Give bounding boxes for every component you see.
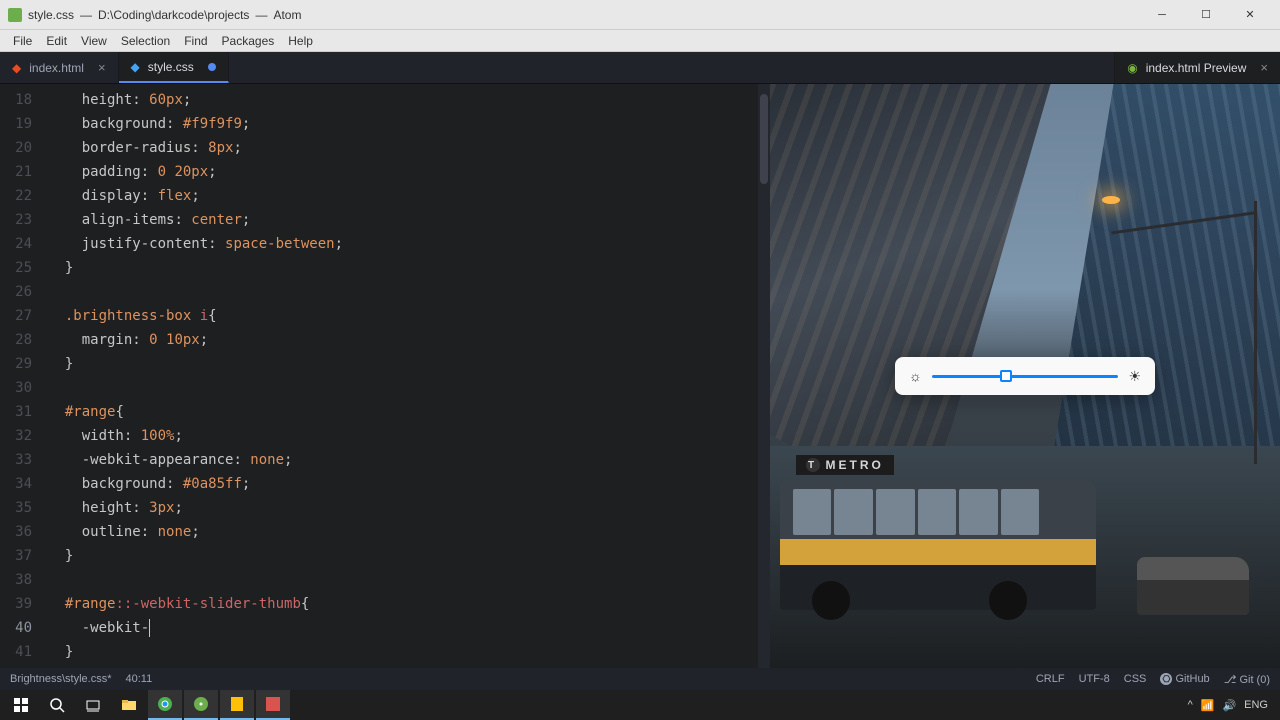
title-path: D:\Coding\darkcode\projects [98,8,249,22]
menu-packages[interactable]: Packages [215,32,282,50]
menubar: File Edit View Selection Find Packages H… [0,30,1280,52]
status-encoding[interactable]: UTF-8 [1079,673,1110,685]
metro-text: METRO [826,458,884,472]
statusbar: Brightness\style.css* 40:11 CRLF UTF-8 C… [0,668,1280,690]
tray-lang[interactable]: ENG [1244,699,1268,711]
tab-label: style.css [148,60,194,74]
status-lang[interactable]: CSS [1124,673,1147,685]
sun-high-icon: ☀ [1128,368,1141,385]
preview-pane: T METRO ☼ ☀ [770,84,1280,668]
html-file-icon: ◆ [12,61,21,75]
status-github[interactable]: ⎔ GitHub [1160,673,1209,686]
menu-edit[interactable]: Edit [39,32,74,50]
start-button[interactable] [4,690,38,720]
notepad-icon[interactable] [220,690,254,720]
tab-index-html[interactable]: ◆ index.html × [0,52,119,83]
menu-help[interactable]: Help [281,32,320,50]
search-button[interactable] [40,690,74,720]
tray-up-icon[interactable]: ^ [1188,699,1193,711]
preview-image: T METRO ☼ ☀ [770,84,1280,668]
line-gutter[interactable]: 1819202122232425262728293031323334353637… [0,84,40,668]
menu-file[interactable]: File [6,32,39,50]
status-eol[interactable]: CRLF [1036,673,1065,685]
car-graphic [1137,557,1249,615]
code-editor[interactable]: height: 60px; background: #f9f9f9; borde… [40,84,770,668]
camtasia-icon[interactable] [256,690,290,720]
editor-scrollbar[interactable] [758,84,770,668]
system-tray[interactable]: ^ 📶 🔊 ENG [1188,699,1276,712]
tab-label: index.html Preview [1146,61,1247,75]
tab-close-icon[interactable]: × [1260,60,1268,75]
sun-low-icon: ☼ [909,368,922,384]
minimize-button[interactable]: ─ [1140,0,1184,30]
status-path[interactable]: Brightness\style.css* [10,673,111,685]
tab-preview[interactable]: ◉ index.html Preview × [1114,52,1280,83]
status-cursor[interactable]: 40:11 [125,673,152,685]
windows-taskbar: ^ 📶 🔊 ENG [0,690,1280,720]
menu-selection[interactable]: Selection [114,32,177,50]
menu-view[interactable]: View [74,32,114,50]
titlebar: style.css — D:\Coding\darkcode\projects … [0,0,1280,30]
tab-style-css[interactable]: ◆ style.css [119,52,229,83]
streetlamp-graphic [1061,201,1265,464]
chrome-icon[interactable] [148,690,182,720]
brightness-slider-box: ☼ ☀ [895,357,1155,395]
range-thumb[interactable] [1000,370,1012,382]
tab-close-icon[interactable]: × [98,60,106,75]
bus-graphic [780,481,1096,609]
tabbar: ◆ index.html × ◆ style.css ◉ index.html … [0,52,1280,84]
atom-icon[interactable] [184,690,218,720]
preview-icon: ◉ [1127,61,1137,75]
status-git[interactable]: ⎇ Git (0) [1224,673,1270,686]
tab-label: index.html [29,61,84,75]
maximize-button[interactable]: ☐ [1184,0,1228,30]
brightness-range[interactable] [932,375,1119,378]
taskview-button[interactable] [76,690,110,720]
metro-sign: T METRO [796,455,894,475]
css-file-icon: ◆ [131,60,140,74]
volume-icon[interactable]: 🔊 [1222,699,1236,712]
wifi-icon[interactable]: 📶 [1201,699,1215,712]
metro-t-icon: T [806,458,820,472]
file-explorer-icon[interactable] [112,690,146,720]
menu-find[interactable]: Find [177,32,214,50]
editor-pane: 1819202122232425262728293031323334353637… [0,84,770,668]
scrollbar-thumb[interactable] [760,94,768,184]
title-file: style.css [28,8,74,22]
main-split: 1819202122232425262728293031323334353637… [0,84,1280,668]
close-button[interactable]: ✕ [1228,0,1272,30]
title-app: Atom [273,8,301,22]
app-icon [8,8,22,22]
